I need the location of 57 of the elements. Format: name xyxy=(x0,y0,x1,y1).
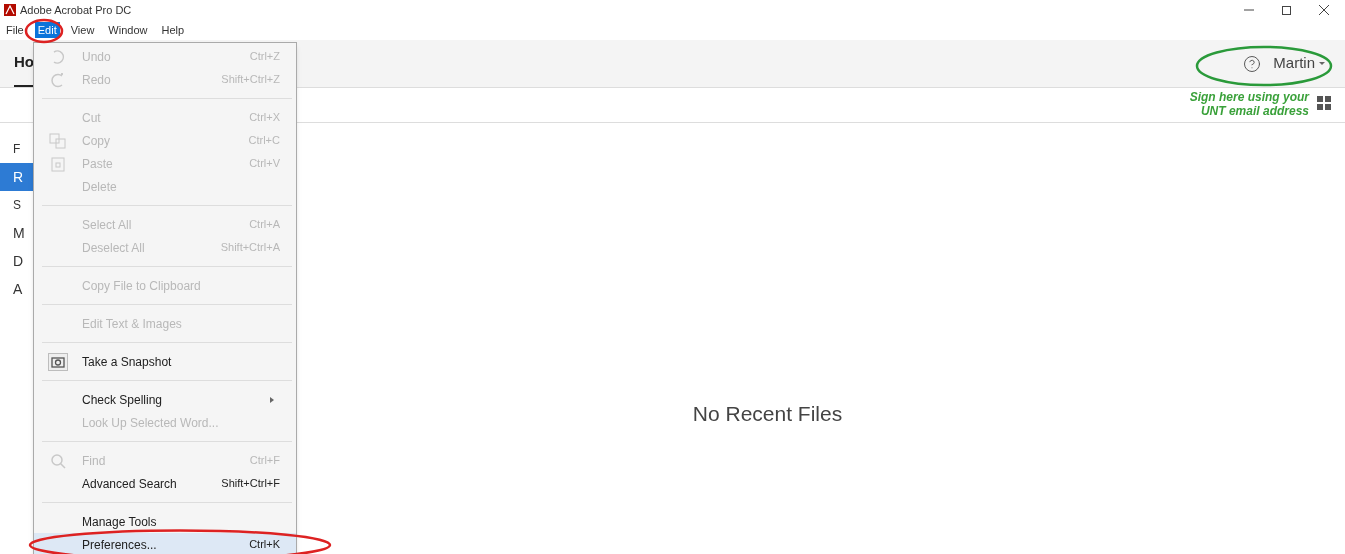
shortcut-label: Ctrl+X xyxy=(249,110,280,126)
menu-item[interactable]: Advanced Search Shift+Ctrl+F xyxy=(34,472,296,495)
shortcut-label: Ctrl+V xyxy=(249,156,280,172)
maximize-icon[interactable] xyxy=(1282,5,1291,15)
app-logo-icon xyxy=(4,4,16,16)
sidebar-item[interactable]: R xyxy=(0,163,33,191)
shortcut-label: Shift+Ctrl+Z xyxy=(221,72,280,88)
menu-item-label: Cut xyxy=(82,109,101,127)
menu-bar-item[interactable]: Window xyxy=(105,21,151,39)
menu-bar-item[interactable]: File xyxy=(3,21,27,39)
menu-item-label: Select All xyxy=(82,216,132,234)
shortcut-label: Shift+Ctrl+A xyxy=(220,240,280,256)
sidebar-heading: F xyxy=(12,141,22,158)
search-icon xyxy=(50,452,66,469)
caret-icon xyxy=(1319,62,1325,65)
menu-item[interactable]: Manage Tools xyxy=(34,510,296,533)
annotation-ellipse xyxy=(24,18,64,44)
menu-item-label: Paste xyxy=(82,155,113,173)
menu-item-label: Take a Snapshot xyxy=(82,353,172,371)
menu-item-label: Deselect All xyxy=(82,239,145,257)
shortcut-label: Ctrl+Z xyxy=(249,49,280,65)
sidebar-item[interactable]: M xyxy=(0,219,33,247)
menu-bar-item[interactable]: View xyxy=(67,21,98,39)
shortcut-label: Ctrl+C xyxy=(248,133,280,149)
shortcut-label: Shift+Ctrl+F xyxy=(221,476,280,492)
menu-bar-item[interactable]: Help xyxy=(158,21,188,39)
sidebar-item[interactable]: D xyxy=(0,247,33,275)
menu-item[interactable]: Take a Snapshot xyxy=(34,350,296,373)
clipboard-icon xyxy=(50,155,66,172)
sidebar-item[interactable]: A xyxy=(0,275,33,303)
menu-item-label: Copy xyxy=(82,132,110,150)
menu-item-label: Undo xyxy=(82,48,111,66)
shortcut-label: Ctrl+A xyxy=(249,217,280,233)
help-icon[interactable] xyxy=(1243,54,1262,73)
menu-item-label: Check Spelling xyxy=(82,391,163,409)
annotation-note: Sign here using your UNT email address xyxy=(1188,90,1309,118)
menu-item-label: Look Up Selected Word... xyxy=(82,414,219,432)
menu-item-label: Edit Text & Images xyxy=(82,315,182,333)
shortcut-label: Ctrl+K xyxy=(249,537,280,553)
menu-item-label: Redo xyxy=(82,71,111,89)
copy-icon xyxy=(49,132,67,149)
menu-item-label: Delete xyxy=(82,178,117,196)
camera-icon xyxy=(48,352,68,371)
menu-item-label: Preferences... xyxy=(82,536,157,554)
grid-view-icon[interactable] xyxy=(1317,96,1331,110)
redo-icon xyxy=(50,71,66,88)
close-icon[interactable] xyxy=(1319,5,1329,15)
sidebar-heading: S xyxy=(12,197,22,214)
menu-item-label: Find xyxy=(82,452,106,470)
menu-item-label: Manage Tools xyxy=(82,513,157,531)
menu-item[interactable]: Preferences... Ctrl+K xyxy=(34,533,296,554)
empty-state-message: No Recent Files xyxy=(692,401,843,427)
menu-item[interactable]: Check Spelling xyxy=(34,388,296,411)
window-title: Adobe Acrobat Pro DC xyxy=(20,2,132,18)
menu-item-label: Copy File to Clipboard xyxy=(82,277,201,295)
menu-item-label: Advanced Search xyxy=(82,475,177,493)
shortcut-label: Ctrl+F xyxy=(249,453,280,469)
